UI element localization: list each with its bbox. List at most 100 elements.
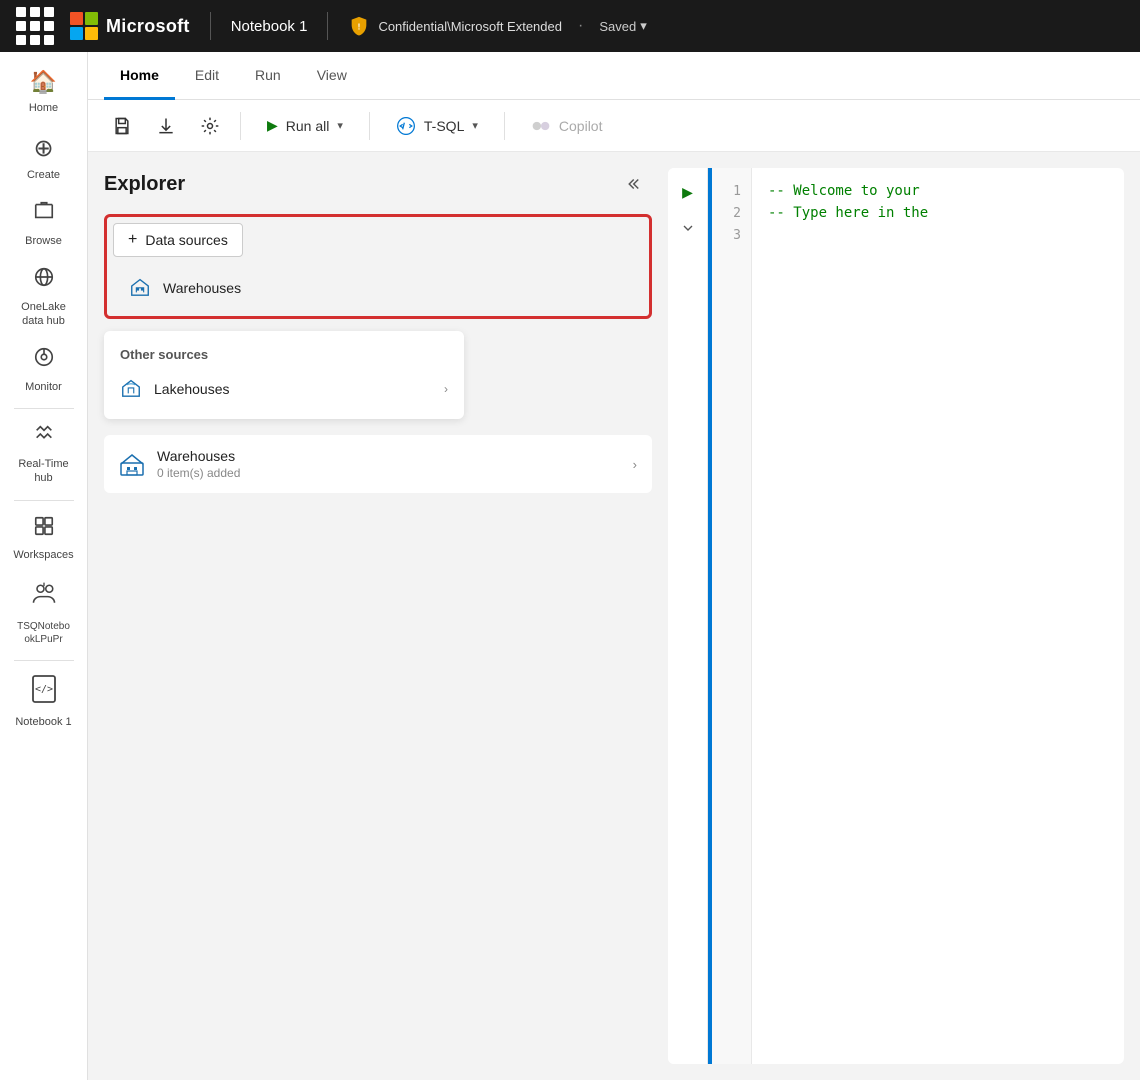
editor-down-btn[interactable] xyxy=(672,212,704,244)
brand-name: Microsoft xyxy=(106,16,190,37)
code-line-2: -- Type here in the xyxy=(768,202,1108,224)
warehouse-dropdown-icon xyxy=(129,275,151,300)
sidebar-label-onelake: OneLake data hub xyxy=(10,300,78,329)
dropdown-lakehouses-item[interactable]: Lakehouses › xyxy=(104,366,464,411)
app-launcher-grid[interactable] xyxy=(16,7,54,45)
saved-chevron-icon[interactable]: ▾ xyxy=(640,18,647,34)
tsqnotebook-icon xyxy=(30,580,58,616)
tab-view[interactable]: View xyxy=(301,53,363,100)
onelake-icon xyxy=(33,266,55,296)
settings-btn[interactable] xyxy=(192,108,228,144)
explorer-items-list: Warehouses 0 item(s) added › xyxy=(104,435,652,493)
lakehouses-chevron-icon: › xyxy=(444,382,448,396)
copilot-label: Copilot xyxy=(559,118,603,134)
tab-run[interactable]: Run xyxy=(239,53,297,100)
toolbar-divider-3 xyxy=(504,112,505,140)
explorer-collapse-btn[interactable] xyxy=(620,168,652,200)
toolbar-divider-2 xyxy=(369,112,370,140)
sidebar-divider-3 xyxy=(14,660,74,661)
content-area: Home Edit Run View xyxy=(88,52,1140,1080)
topbar-divider-2 xyxy=(327,12,328,40)
browse-icon xyxy=(33,200,55,230)
sidebar-item-browse[interactable]: Browse xyxy=(4,192,84,256)
dropdown-warehouses-label: Warehouses xyxy=(163,280,241,296)
sidebar: 🏠 Home ⊕ Create Browse OneLake xyxy=(0,52,88,1080)
explorer-header: Explorer xyxy=(104,168,652,200)
tab-home[interactable]: Home xyxy=(104,53,175,100)
editor-code-area[interactable]: -- Welcome to your -- Type here in the xyxy=(752,168,1124,1064)
sidebar-label-browse: Browse xyxy=(25,234,62,248)
explorer-title: Explorer xyxy=(104,173,185,196)
warehouses-item-subtitle: 0 item(s) added xyxy=(157,466,621,480)
datasources-btn[interactable]: + Data sources xyxy=(113,223,243,257)
line-number-1: 1 xyxy=(712,180,751,202)
other-sources-label: Other sources xyxy=(104,339,464,366)
dropdown-lakehouses-label: Lakehouses xyxy=(154,381,230,397)
sidebar-item-onelake[interactable]: OneLake data hub xyxy=(4,258,84,336)
run-all-dropdown-icon: ▾ xyxy=(337,119,343,132)
sidebar-label-tsqnotebook: TSQNotebo okLPuPr xyxy=(10,620,78,646)
tsql-dropdown-icon: ▾ xyxy=(472,119,478,132)
sidebar-label-home: Home xyxy=(29,101,58,115)
topbar: Microsoft Notebook 1 ! Confidential\Micr… xyxy=(0,0,1140,52)
copilot-btn[interactable]: Copilot xyxy=(517,110,617,142)
line-number-2: 2 xyxy=(712,202,751,224)
sidebar-label-create: Create xyxy=(27,168,60,182)
save-btn[interactable] xyxy=(104,108,140,144)
sidebar-item-tsqnotebook[interactable]: TSQNotebo okLPuPr xyxy=(4,572,84,654)
editor-run-btn[interactable]: ▶ xyxy=(672,176,704,208)
save-label: Saved xyxy=(599,19,636,34)
sidebar-item-realtime[interactable]: Real-Time hub xyxy=(4,415,84,493)
create-icon: ⊕ xyxy=(33,133,53,164)
logo-squares xyxy=(70,12,98,40)
code-line-1: -- Welcome to your xyxy=(768,180,1108,202)
monitor-icon xyxy=(33,346,55,376)
notebook1-icon: </> xyxy=(31,675,57,711)
run-all-btn[interactable]: ▶ Run all ▾ xyxy=(253,111,357,140)
topbar-dot: · xyxy=(578,17,583,35)
toolbar-divider-1 xyxy=(240,112,241,140)
sidebar-label-monitor: Monitor xyxy=(25,380,62,394)
save-status: Saved ▾ xyxy=(599,18,646,34)
sensitivity-text: Confidential\Microsoft Extended xyxy=(378,19,562,34)
explorer-warehouses-item[interactable]: Warehouses 0 item(s) added › xyxy=(104,435,652,493)
sidebar-label-workspaces: Workspaces xyxy=(13,548,73,562)
sidebar-item-home[interactable]: 🏠 Home xyxy=(4,60,84,123)
realtime-icon xyxy=(33,423,55,453)
plus-icon: + xyxy=(128,231,137,249)
warehouses-icon xyxy=(119,450,145,479)
svg-text:</>: </> xyxy=(34,684,52,695)
sidebar-item-create[interactable]: ⊕ Create xyxy=(4,125,84,190)
microsoft-logo: Microsoft xyxy=(70,12,190,40)
sidebar-label-notebook1: Notebook 1 xyxy=(15,715,71,729)
sidebar-item-monitor[interactable]: Monitor xyxy=(4,338,84,402)
toolbar: ▶ Run all ▾ T-SQL ▾ Copilot xyxy=(88,100,1140,152)
copilot-icon xyxy=(531,116,551,136)
tsql-icon xyxy=(396,116,416,136)
main-layout: 🏠 Home ⊕ Create Browse OneLake xyxy=(0,52,1140,1080)
tab-edit[interactable]: Edit xyxy=(179,53,235,100)
bottom-area: Explorer + Data sources xyxy=(88,152,1140,1080)
download-btn[interactable] xyxy=(148,108,184,144)
dropdown-warehouses-item[interactable]: Warehouses xyxy=(113,265,643,310)
explorer-panel: Explorer + Data sources xyxy=(88,152,668,1080)
home-icon: 🏠 xyxy=(30,68,57,97)
sidebar-divider-1 xyxy=(14,408,74,409)
sidebar-label-realtime: Real-Time hub xyxy=(10,457,78,486)
run-arrow-icon: ▶ xyxy=(267,117,278,134)
tsql-btn[interactable]: T-SQL ▾ xyxy=(382,110,492,142)
editor-side-toolbar: ▶ xyxy=(668,168,708,1064)
other-sources-dropdown: Other sources Lakehouses › xyxy=(104,331,464,419)
lakehouse-icon xyxy=(120,376,142,401)
tsql-label: T-SQL xyxy=(424,118,464,134)
shield-icon: ! xyxy=(348,15,370,37)
line-number-3: 3 xyxy=(712,224,751,246)
editor-area: ▶ 1 2 3 -- Welcome to you xyxy=(668,168,1124,1064)
warehouses-chevron-icon: › xyxy=(633,457,637,472)
sidebar-item-workspaces[interactable]: Workspaces xyxy=(4,507,84,571)
svg-text:!: ! xyxy=(358,23,361,32)
workspaces-icon xyxy=(33,515,55,545)
sidebar-item-notebook1[interactable]: </> Notebook 1 xyxy=(4,667,84,737)
tab-bar: Home Edit Run View xyxy=(88,52,1140,100)
sidebar-divider-2 xyxy=(14,500,74,501)
